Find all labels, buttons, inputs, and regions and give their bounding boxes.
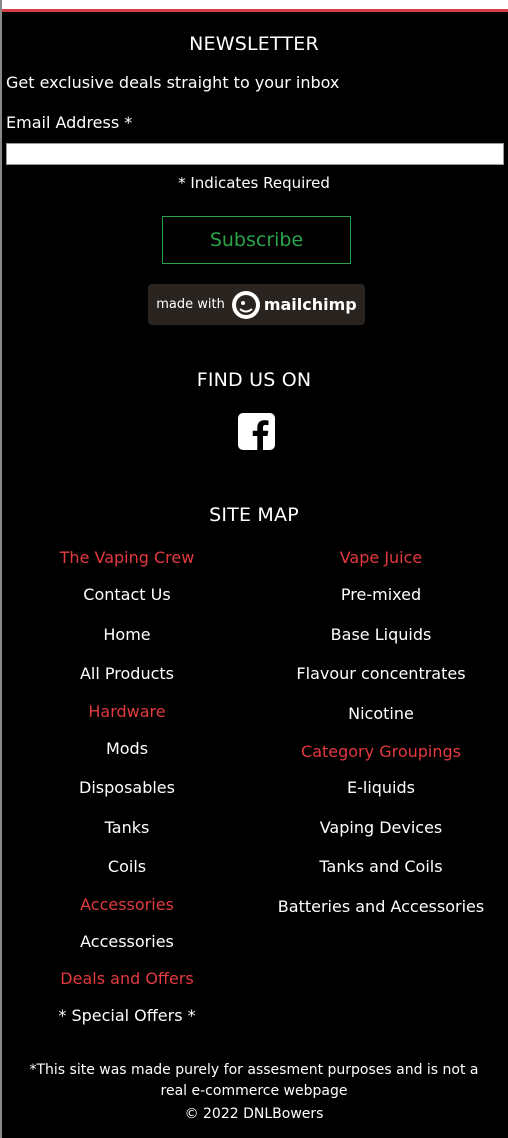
subscribe-button[interactable]: Subscribe xyxy=(162,216,351,264)
copyright-text: © 2022 DNLBowers xyxy=(184,1106,324,1122)
sitemap-right-item[interactable]: Base Liquids xyxy=(254,625,508,644)
mailchimp-badge[interactable]: made with mailchimp xyxy=(148,284,365,325)
sitemap-right-item[interactable]: Vaping Devices xyxy=(254,818,508,837)
email-input[interactable] xyxy=(6,143,504,165)
email-label: Email Address * xyxy=(6,113,133,132)
sitemap-left-item[interactable]: Deals and Offers xyxy=(0,969,254,988)
sitemap-left-item[interactable]: Coils xyxy=(0,857,254,876)
required-note: * Indicates Required xyxy=(178,174,330,192)
sitemap-right-item[interactable]: Tanks and Coils xyxy=(254,857,508,876)
badge-made-with: made with xyxy=(156,297,225,312)
sitemap-left-item[interactable]: Mods xyxy=(0,739,254,758)
mailchimp-logo: mailchimp xyxy=(231,290,357,320)
badge-brand: mailchimp xyxy=(263,295,357,314)
top-accent-line xyxy=(0,9,508,12)
sitemap-left-item[interactable]: Disposables xyxy=(0,778,254,797)
sitemap-right-item[interactable]: Category Groupings xyxy=(254,742,508,761)
sitemap-left-item[interactable]: The Vaping Crew xyxy=(0,548,254,567)
sitemap-left-item[interactable]: Tanks xyxy=(0,818,254,837)
mailchimp-logo-icon xyxy=(231,290,260,319)
facebook-icon[interactable] xyxy=(238,413,275,450)
sitemap-right-item[interactable]: Batteries and Accessories xyxy=(254,897,508,916)
top-bar xyxy=(0,0,508,12)
newsletter-intro: Get exclusive deals straight to your inb… xyxy=(6,73,340,92)
sitemap-left-item[interactable]: Accessories xyxy=(0,932,254,951)
sitemap-right-item[interactable]: Flavour concentrates xyxy=(254,664,508,683)
sitemap-right-item[interactable]: Vape Juice xyxy=(254,548,508,567)
sitemap-left-item[interactable]: * Special Offers * xyxy=(0,1006,254,1025)
sitemap-left-item[interactable]: Accessories xyxy=(0,895,254,914)
sitemap-left-item[interactable]: All Products xyxy=(0,664,254,683)
left-border xyxy=(0,0,2,1138)
sitemap-right-item[interactable]: E-liquids xyxy=(254,778,508,797)
sitemap-left-item[interactable]: Home xyxy=(0,625,254,644)
sitemap-right-item[interactable]: Nicotine xyxy=(254,704,508,723)
sitemap-left-item[interactable]: Contact Us xyxy=(0,585,254,604)
newsletter-title: NEWSLETTER xyxy=(189,33,319,55)
find-us-title: FIND US ON xyxy=(196,369,312,391)
sitemap-right-item[interactable]: Pre-mixed xyxy=(254,585,508,604)
sitemap-title: SITE MAP xyxy=(209,504,299,526)
sitemap-left-item[interactable]: Hardware xyxy=(0,702,254,721)
disclaimer-text: *This site was made purely for assesment… xyxy=(29,1062,479,1099)
